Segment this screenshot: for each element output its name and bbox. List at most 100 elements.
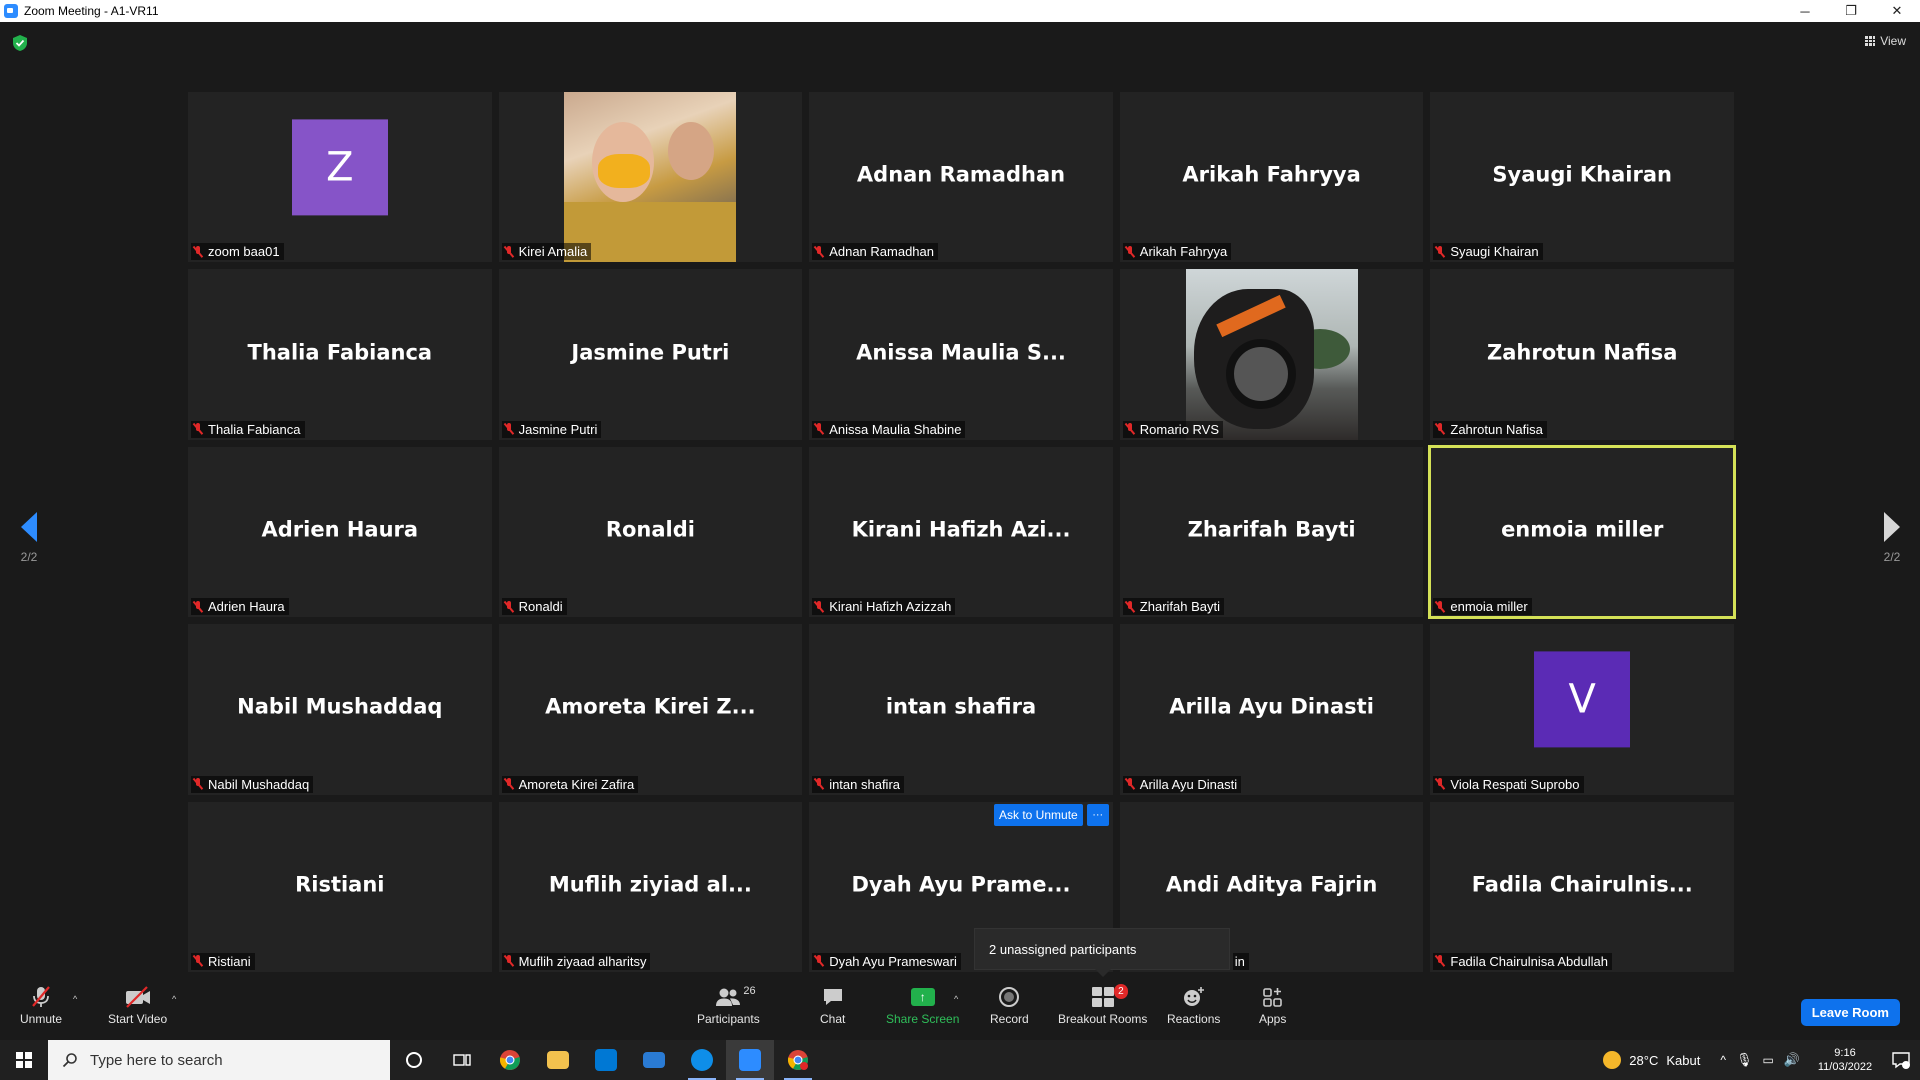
participant-display-name: Thalia Fabianca — [247, 340, 433, 365]
participant-name: Dyah Ayu Prameswari — [829, 953, 957, 969]
participant-tile[interactable]: Muflih ziyiad al... Muflih ziyaad alhari… — [498, 801, 803, 972]
participant-name: Zahrotun Nafisa — [1450, 421, 1543, 437]
apps-button[interactable]: Apps — [1259, 984, 1286, 1026]
mic-muted-icon — [1435, 955, 1445, 967]
participant-tile[interactable]: Arikah Fahryya Arikah Fahryya — [1119, 92, 1424, 263]
store-taskbar-button[interactable] — [582, 1040, 630, 1080]
breakout-rooms-button[interactable]: 2 Breakout Rooms — [1058, 984, 1147, 1026]
record-button[interactable]: Record — [990, 984, 1029, 1026]
participants-button[interactable]: 26 Participants — [697, 984, 760, 1026]
ask-to-unmute-button[interactable]: Ask to Unmute — [994, 804, 1083, 826]
prev-page-button[interactable]: 2/2 — [9, 512, 49, 564]
participant-tile[interactable]: Z zoom baa01 — [188, 92, 492, 263]
participant-tile[interactable]: Anissa Maulia S... Anissa Maulia Shabine — [809, 269, 1113, 440]
page-indicator-left: 2/2 — [20, 550, 38, 564]
teamviewer-taskbar-button[interactable] — [678, 1040, 726, 1080]
task-view-button[interactable] — [438, 1040, 486, 1080]
chat-button[interactable]: Chat — [820, 984, 845, 1026]
participant-name-label: enmoia miller — [1433, 598, 1532, 616]
chrome-taskbar-button[interactable] — [486, 1040, 534, 1080]
mic-muted-icon — [1435, 245, 1445, 258]
zoom-app-icon — [4, 4, 18, 18]
participant-video — [1185, 269, 1358, 440]
apps-icon — [1262, 988, 1282, 1007]
participant-tile[interactable]: Thalia Fabianca Thalia Fabianca — [188, 269, 492, 440]
participant-tile[interactable]: Fadila Chairulnis... Fadila Chairulnisa … — [1430, 801, 1734, 972]
participant-name: Arikah Fahryya — [1139, 244, 1228, 260]
participant-display-name: Ronaldi — [605, 517, 695, 542]
participant-name-label: Thalia Fabianca — [191, 420, 305, 438]
participant-tile[interactable]: Amoreta Kirei Z... Amoreta Kirei Zafira — [498, 624, 803, 795]
cortana-button[interactable] — [390, 1040, 438, 1080]
participant-tile[interactable]: Adrien Haura Adrien Haura — [188, 446, 492, 618]
reactions-button[interactable]: Reactions — [1167, 984, 1220, 1026]
notification-icon — [1892, 1052, 1910, 1069]
share-options-caret-icon[interactable]: ^ — [954, 994, 958, 1004]
participant-tile[interactable]: Kirani Hafizh Azi... Kirani Hafizh Azizz… — [809, 446, 1113, 618]
participant-name-label: Amoreta Kirei Zafira — [501, 775, 639, 793]
participant-display-name: intan shafira — [885, 694, 1037, 719]
minimize-button[interactable]: ─ — [1782, 0, 1828, 22]
next-page-button[interactable]: 2/2 — [1872, 512, 1912, 564]
audio-options-caret-icon[interactable]: ^ — [73, 994, 77, 1004]
microphone-icon[interactable]: 🎙 — [1736, 1052, 1753, 1068]
weather-temperature[interactable]: 28°C — [1629, 1053, 1658, 1068]
view-button[interactable]: View — [1865, 34, 1906, 48]
start-button[interactable] — [0, 1040, 48, 1080]
record-icon — [999, 987, 1020, 1007]
participant-display-name: Muflih ziyiad al... — [548, 872, 752, 897]
participant-name: Amoreta Kirei Zafira — [518, 776, 635, 792]
chat-label: Chat — [820, 1012, 846, 1026]
weather-condition[interactable]: Kabut — [1666, 1053, 1700, 1068]
clock[interactable]: 9:16 11/03/2022 — [1808, 1046, 1882, 1074]
participant-display-name: Anissa Maulia S... — [856, 340, 1066, 365]
participant-tile[interactable]: intan shafira intan shafira — [809, 624, 1113, 795]
video-off-icon — [125, 986, 150, 1008]
video-options-caret-icon[interactable]: ^ — [172, 994, 176, 1004]
security-shield-icon[interactable] — [12, 34, 28, 52]
participant-tile[interactable]: Jasmine Putri Jasmine Putri — [498, 269, 803, 440]
start-video-button[interactable]: Start Video — [108, 984, 167, 1026]
network-icon[interactable]: ▭ — [1762, 1053, 1773, 1067]
mic-muted-icon — [193, 778, 203, 790]
breakout-rooms-badge: 2 — [1114, 984, 1128, 999]
restore-button[interactable]: ❐ — [1828, 0, 1874, 22]
mail-taskbar-button[interactable] — [630, 1040, 678, 1080]
participant-name: Ronaldi — [518, 599, 563, 615]
file-explorer-taskbar-button[interactable] — [534, 1040, 582, 1080]
participant-tile[interactable]: V Viola Respati Suprobo — [1430, 624, 1734, 795]
weather-icon[interactable] — [1603, 1051, 1622, 1069]
participant-tile[interactable]: Zharifah Bayti Zharifah Bayti — [1119, 446, 1424, 618]
volume-icon[interactable]: 🔊 — [1784, 1052, 1800, 1068]
reactions-smiley-icon — [1183, 987, 1204, 1006]
mic-muted-icon — [814, 955, 824, 967]
participant-name-label: Anissa Maulia Shabine — [812, 420, 966, 438]
participant-name: Ristiani — [208, 953, 251, 969]
participant-tile[interactable]: Ronaldi Ronaldi — [498, 446, 803, 618]
chrome-profile-taskbar-button[interactable] — [774, 1040, 822, 1080]
participant-tile[interactable]: Syaugi Khairan Syaugi Khairan — [1430, 92, 1734, 263]
participant-tile[interactable]: Adnan Ramadhan Adnan Ramadhan — [809, 92, 1113, 263]
close-button[interactable]: ✕ — [1874, 0, 1920, 22]
window-titlebar: Zoom Meeting - A1-VR11 ─ ❐ ✕ — [0, 0, 1920, 22]
task-view-icon — [453, 1054, 471, 1066]
taskbar-search-box[interactable]: Type here to search — [48, 1040, 390, 1080]
participant-tile[interactable]: Zahrotun Nafisa Zahrotun Nafisa — [1430, 269, 1734, 440]
participant-tile[interactable]: Kirei Amalia — [498, 92, 803, 263]
mic-muted-icon — [1125, 423, 1135, 435]
participant-tile-active-speaker[interactable]: enmoia miller enmoia miller — [1428, 444, 1736, 620]
participant-tile[interactable]: Arilla Ayu Dinasti Arilla Ayu Dinasti — [1119, 624, 1424, 795]
unmute-button[interactable]: Unmute — [20, 984, 62, 1026]
participant-tile[interactable]: Romario RVS — [1119, 269, 1424, 440]
more-options-button[interactable]: ··· — [1086, 804, 1109, 826]
share-screen-button[interactable]: ↑ Share Screen — [886, 984, 959, 1026]
participant-tile[interactable]: Ristiani Ristiani — [188, 801, 492, 972]
notification-center-button[interactable] — [1882, 1040, 1920, 1080]
zoom-taskbar-button[interactable] — [726, 1040, 774, 1080]
show-hidden-icons-chevron-icon[interactable]: ^ — [1720, 1053, 1726, 1067]
participant-tile[interactable]: Nabil Mushaddaq Nabil Mushaddaq — [188, 624, 492, 795]
participant-display-name: Andi Aditya Fajrin — [1165, 872, 1378, 897]
participant-video — [564, 92, 737, 263]
leave-room-button[interactable]: Leave Room — [1800, 999, 1900, 1026]
windows-logo-icon — [16, 1052, 32, 1068]
